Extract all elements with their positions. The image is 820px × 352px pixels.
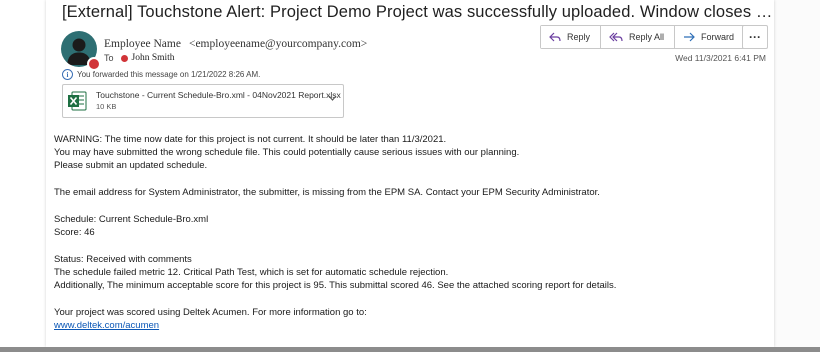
reply-all-button[interactable]: Reply All	[601, 26, 676, 48]
right-margin	[774, 0, 820, 352]
body-line: Score: 46	[54, 227, 95, 238]
body-line: Schedule: Current Schedule-Bro.xml	[54, 214, 209, 225]
forward-arrow-icon	[684, 32, 695, 42]
acumen-link[interactable]: www.deltek.com/acumen	[54, 320, 159, 331]
body-line: Status: Received with comments	[54, 254, 192, 265]
reply-label: Reply	[567, 32, 591, 42]
reply-all-label: Reply All	[629, 32, 665, 42]
reading-pane: [External] Touchstone Alert: Project Dem…	[46, 0, 774, 347]
info-icon: i	[62, 69, 73, 80]
sender-line[interactable]: Employee Name <employeename@yourcompany.c…	[104, 38, 367, 50]
forward-button[interactable]: Forward	[675, 26, 745, 48]
email-body: WARNING: The time now date for this proj…	[54, 133, 754, 332]
attachment-card[interactable]: Touchstone - Current Schedule-Bro.xml - …	[62, 84, 344, 118]
attachment-filename: Touchstone - Current Schedule-Bro.xml - …	[96, 90, 341, 100]
reply-arrow-icon	[549, 32, 561, 42]
sent-datetime: Wed 11/3/2021 6:41 PM	[675, 53, 766, 63]
excel-file-icon	[68, 91, 87, 111]
bottom-scroll-edge	[0, 347, 820, 352]
sender-name: Employee Name	[104, 38, 181, 50]
reply-all-arrow-icon	[609, 32, 623, 42]
to-label: To	[104, 53, 114, 63]
body-line: The schedule failed metric 12. Critical …	[54, 267, 449, 278]
attachment-size: 10 KB	[96, 102, 117, 111]
body-line: Please submit an updated schedule.	[54, 160, 208, 171]
recipient-name[interactable]: John Smith	[132, 53, 175, 63]
body-line: Your project was scored using Deltek Acu…	[54, 307, 367, 318]
body-line: Additionally, The minimum acceptable sco…	[54, 280, 617, 291]
reply-button[interactable]: Reply	[541, 26, 602, 48]
recipient-presence-dot	[120, 54, 128, 62]
body-line: You may have submitted the wrong schedul…	[54, 147, 520, 158]
body-line: The email address for System Administrat…	[54, 187, 600, 198]
more-actions-button[interactable]: ···	[742, 25, 768, 49]
chevron-down-icon[interactable]	[328, 95, 337, 101]
left-margin	[0, 0, 46, 352]
forward-label: Forward	[701, 32, 735, 42]
message-actions: Reply Reply All Forward	[540, 25, 746, 49]
recipient-line: To John Smith	[104, 53, 175, 63]
body-line: WARNING: The time now date for this proj…	[54, 134, 447, 145]
forward-info-text: You forwarded this message on 1/21/2022 …	[77, 70, 261, 79]
forward-info-banner: i You forwarded this message on 1/21/202…	[62, 69, 260, 80]
email-subject: [External] Touchstone Alert: Project Dem…	[62, 3, 774, 21]
sender-address: <employeename@yourcompany.com>	[188, 38, 368, 50]
